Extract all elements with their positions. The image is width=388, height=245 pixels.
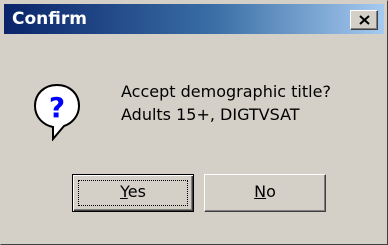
svg-text:?: ?: [49, 91, 65, 124]
close-icon: [359, 15, 370, 25]
confirm-dialog: Confirm ? Accept demographic title? Adul…: [0, 0, 388, 245]
no-button-label: No: [254, 182, 276, 201]
yes-button-label: Yes: [120, 182, 146, 201]
message-text: Accept demographic title? Adults 15+, DI…: [121, 80, 331, 126]
dialog-title: Confirm: [12, 9, 87, 29]
yes-button[interactable]: Yes: [72, 174, 194, 212]
message-line-2: Adults 15+, DIGTVSAT: [121, 105, 300, 124]
no-button[interactable]: No: [204, 174, 326, 212]
question-icon: ?: [33, 83, 81, 141]
close-button[interactable]: [350, 10, 378, 30]
title-bar[interactable]: Confirm: [4, 4, 384, 34]
message-line-1: Accept demographic title?: [121, 82, 331, 101]
